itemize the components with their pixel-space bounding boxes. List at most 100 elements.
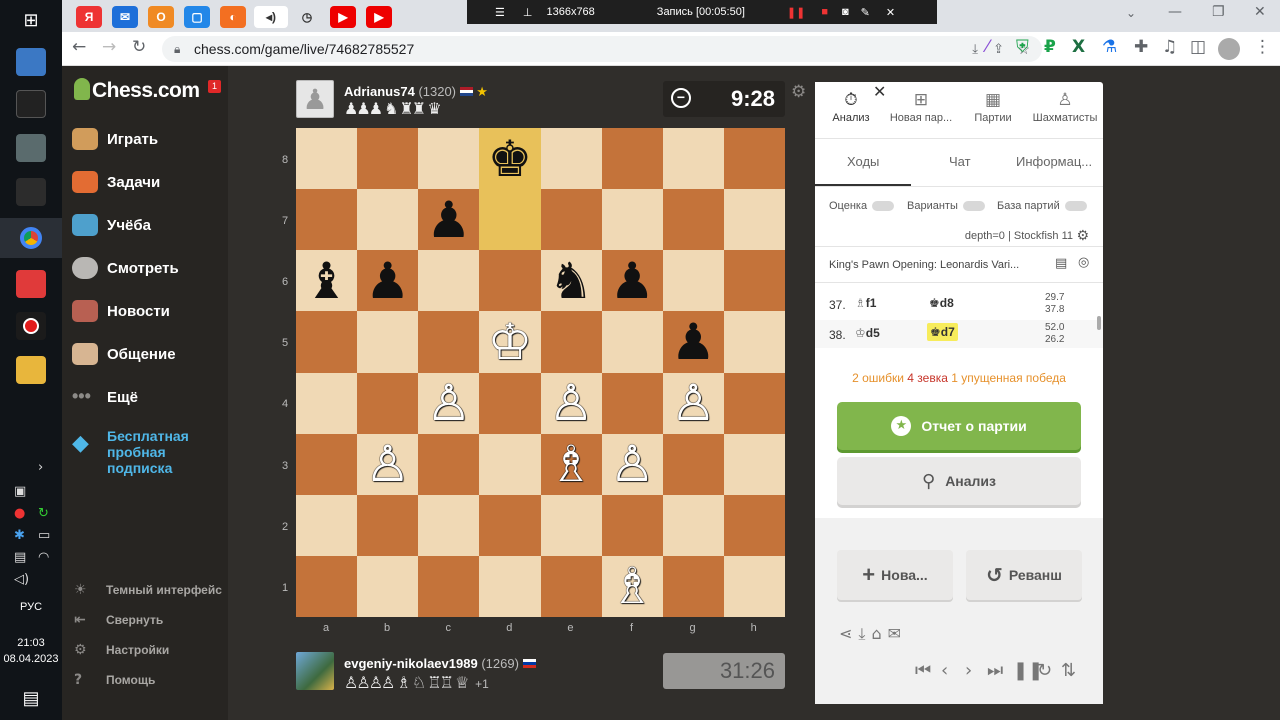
chess-piece[interactable]: ♔ (488, 317, 533, 367)
refresh-icon[interactable]: ↻ (1037, 660, 1052, 681)
square-a6[interactable]: ♝ (296, 250, 358, 312)
pen-icon[interactable]: ✎ (861, 6, 870, 19)
chess-piece[interactable]: ♙ (671, 378, 716, 428)
square-g4[interactable]: ♙ (662, 372, 724, 434)
first-move-icon[interactable]: ⏮ (915, 660, 931, 681)
subtab-chat[interactable]: Чат (949, 154, 971, 169)
move-black-current[interactable]: ♚d7 (927, 323, 958, 341)
square-d3[interactable] (479, 433, 541, 495)
sidepanel-icon[interactable]: ◫ (1190, 37, 1206, 57)
opening-name[interactable]: King's Pawn Opening: Leonardis Vari... (829, 259, 1039, 271)
square-e1[interactable] (540, 555, 602, 617)
clock-date[interactable]: 08.04.2023 (0, 653, 62, 665)
new-game-button[interactable]: + Нова... (837, 550, 953, 600)
pin-icon[interactable]: ⊥ (523, 6, 533, 19)
menu-dots-icon[interactable]: ⋮ (1254, 37, 1271, 57)
tray-sync-icon[interactable]: ↻ (38, 506, 49, 521)
battery-icon[interactable]: ▭ (38, 528, 50, 543)
square-f7[interactable] (601, 189, 663, 251)
chess-piece[interactable]: ♗ (549, 439, 594, 489)
square-e7[interactable] (540, 189, 602, 251)
square-f8[interactable] (601, 128, 663, 190)
prev-move-icon[interactable]: ‹ (941, 660, 948, 681)
square-b5[interactable] (357, 311, 419, 373)
chevron-up-icon[interactable]: › (38, 460, 43, 475)
chess-piece[interactable]: ♟ (671, 317, 716, 367)
comment-icon[interactable]: ✉ (888, 624, 907, 643)
square-a8[interactable] (296, 128, 358, 190)
square-d2[interactable] (479, 494, 541, 556)
tab-firefox-icon[interactable]: ◐ (220, 6, 246, 28)
square-h7[interactable] (723, 189, 785, 251)
engine-gear-icon[interactable]: ⚙ (1076, 228, 1089, 244)
square-f1[interactable]: ♗ (601, 555, 663, 617)
notification-badge[interactable]: 1 (208, 80, 221, 93)
square-h8[interactable] (723, 128, 785, 190)
nav-play[interactable]: Играть (72, 124, 222, 154)
chess-piece[interactable]: ♟ (365, 256, 410, 306)
square-h4[interactable] (723, 372, 785, 434)
chess-piece[interactable]: ♙ (365, 439, 410, 489)
square-c3[interactable] (418, 433, 480, 495)
square-b1[interactable] (357, 555, 419, 617)
square-b7[interactable] (357, 189, 419, 251)
tab-list-icon[interactable]: ⌄ (1126, 6, 1136, 20)
square-c5[interactable] (418, 311, 480, 373)
nav-more[interactable]: ••• Ещё (72, 382, 222, 412)
chess-piece[interactable]: ♙ (549, 378, 594, 428)
square-d7[interactable] (479, 189, 541, 251)
square-f6[interactable]: ♟ (601, 250, 663, 312)
square-g2[interactable] (662, 494, 724, 556)
pause-icon[interactable]: ❚❚ (787, 6, 805, 19)
square-e3[interactable]: ♗ (540, 433, 602, 495)
square-b2[interactable] (357, 494, 419, 556)
square-f4[interactable] (601, 372, 663, 434)
square-a3[interactable] (296, 433, 358, 495)
camera-icon[interactable]: ◙ (842, 6, 849, 18)
record-icon[interactable] (16, 312, 46, 340)
folder-icon[interactable] (16, 356, 46, 384)
chrome-icon[interactable] (0, 218, 62, 258)
share-icon[interactable]: ⇪ (993, 41, 1004, 57)
tab-players[interactable]: ♙ Шахматисты (1029, 90, 1101, 124)
next-move-icon[interactable]: › (965, 660, 972, 681)
toggle-switch[interactable] (872, 201, 895, 212)
close-icon[interactable]: ✕ (886, 6, 895, 19)
compass-icon[interactable]: ◎ (1078, 255, 1089, 270)
volume-icon[interactable]: ◁) (14, 572, 29, 587)
toggle-variations[interactable]: Варианты (907, 200, 985, 212)
windows-start-icon[interactable]: ⊞ (16, 6, 46, 34)
nav-learn[interactable]: Учёба (72, 210, 222, 240)
network-icon[interactable]: ▤ (14, 550, 26, 565)
nav-puzzles[interactable]: Задачи (72, 167, 222, 197)
square-d8[interactable]: ♚ (479, 128, 541, 190)
square-h5[interactable] (723, 311, 785, 373)
square-c6[interactable] (418, 250, 480, 312)
square-e2[interactable] (540, 494, 602, 556)
square-b4[interactable] (357, 372, 419, 434)
square-g8[interactable] (662, 128, 724, 190)
square-c8[interactable] (418, 128, 480, 190)
library-icon[interactable]: ⌂ (871, 624, 887, 643)
square-d5[interactable]: ♔ (479, 311, 541, 373)
square-f3[interactable]: ♙ (601, 433, 663, 495)
move-white[interactable]: ♗f1 (855, 296, 876, 310)
square-e6[interactable]: ♞ (540, 250, 602, 312)
square-g3[interactable] (662, 433, 724, 495)
extension-icon[interactable]: ⚗ (1102, 37, 1117, 57)
toggle-eval[interactable]: Оценка (829, 200, 895, 212)
square-h2[interactable] (723, 494, 785, 556)
stop-icon[interactable]: ■ (821, 6, 828, 18)
notification-icon[interactable]: ▤ (16, 684, 46, 712)
extensions-puzzle-icon[interactable]: ✚ (1134, 37, 1148, 57)
chess-logo[interactable]: Chess.com (74, 78, 200, 103)
tab-youtube-icon[interactable]: ▶ (366, 6, 392, 28)
toggle-database[interactable]: База партий (997, 200, 1087, 212)
share-icon[interactable]: ⋖ (839, 624, 858, 643)
opponent-name[interactable]: Adrianus74 (344, 84, 415, 99)
settings-link[interactable]: ⚙ Настройки (74, 642, 169, 658)
chess-piece[interactable]: ♙ (610, 439, 655, 489)
chess-piece[interactable]: ♗ (610, 561, 655, 611)
chess-app-icon[interactable] (16, 178, 46, 206)
square-a4[interactable] (296, 372, 358, 434)
